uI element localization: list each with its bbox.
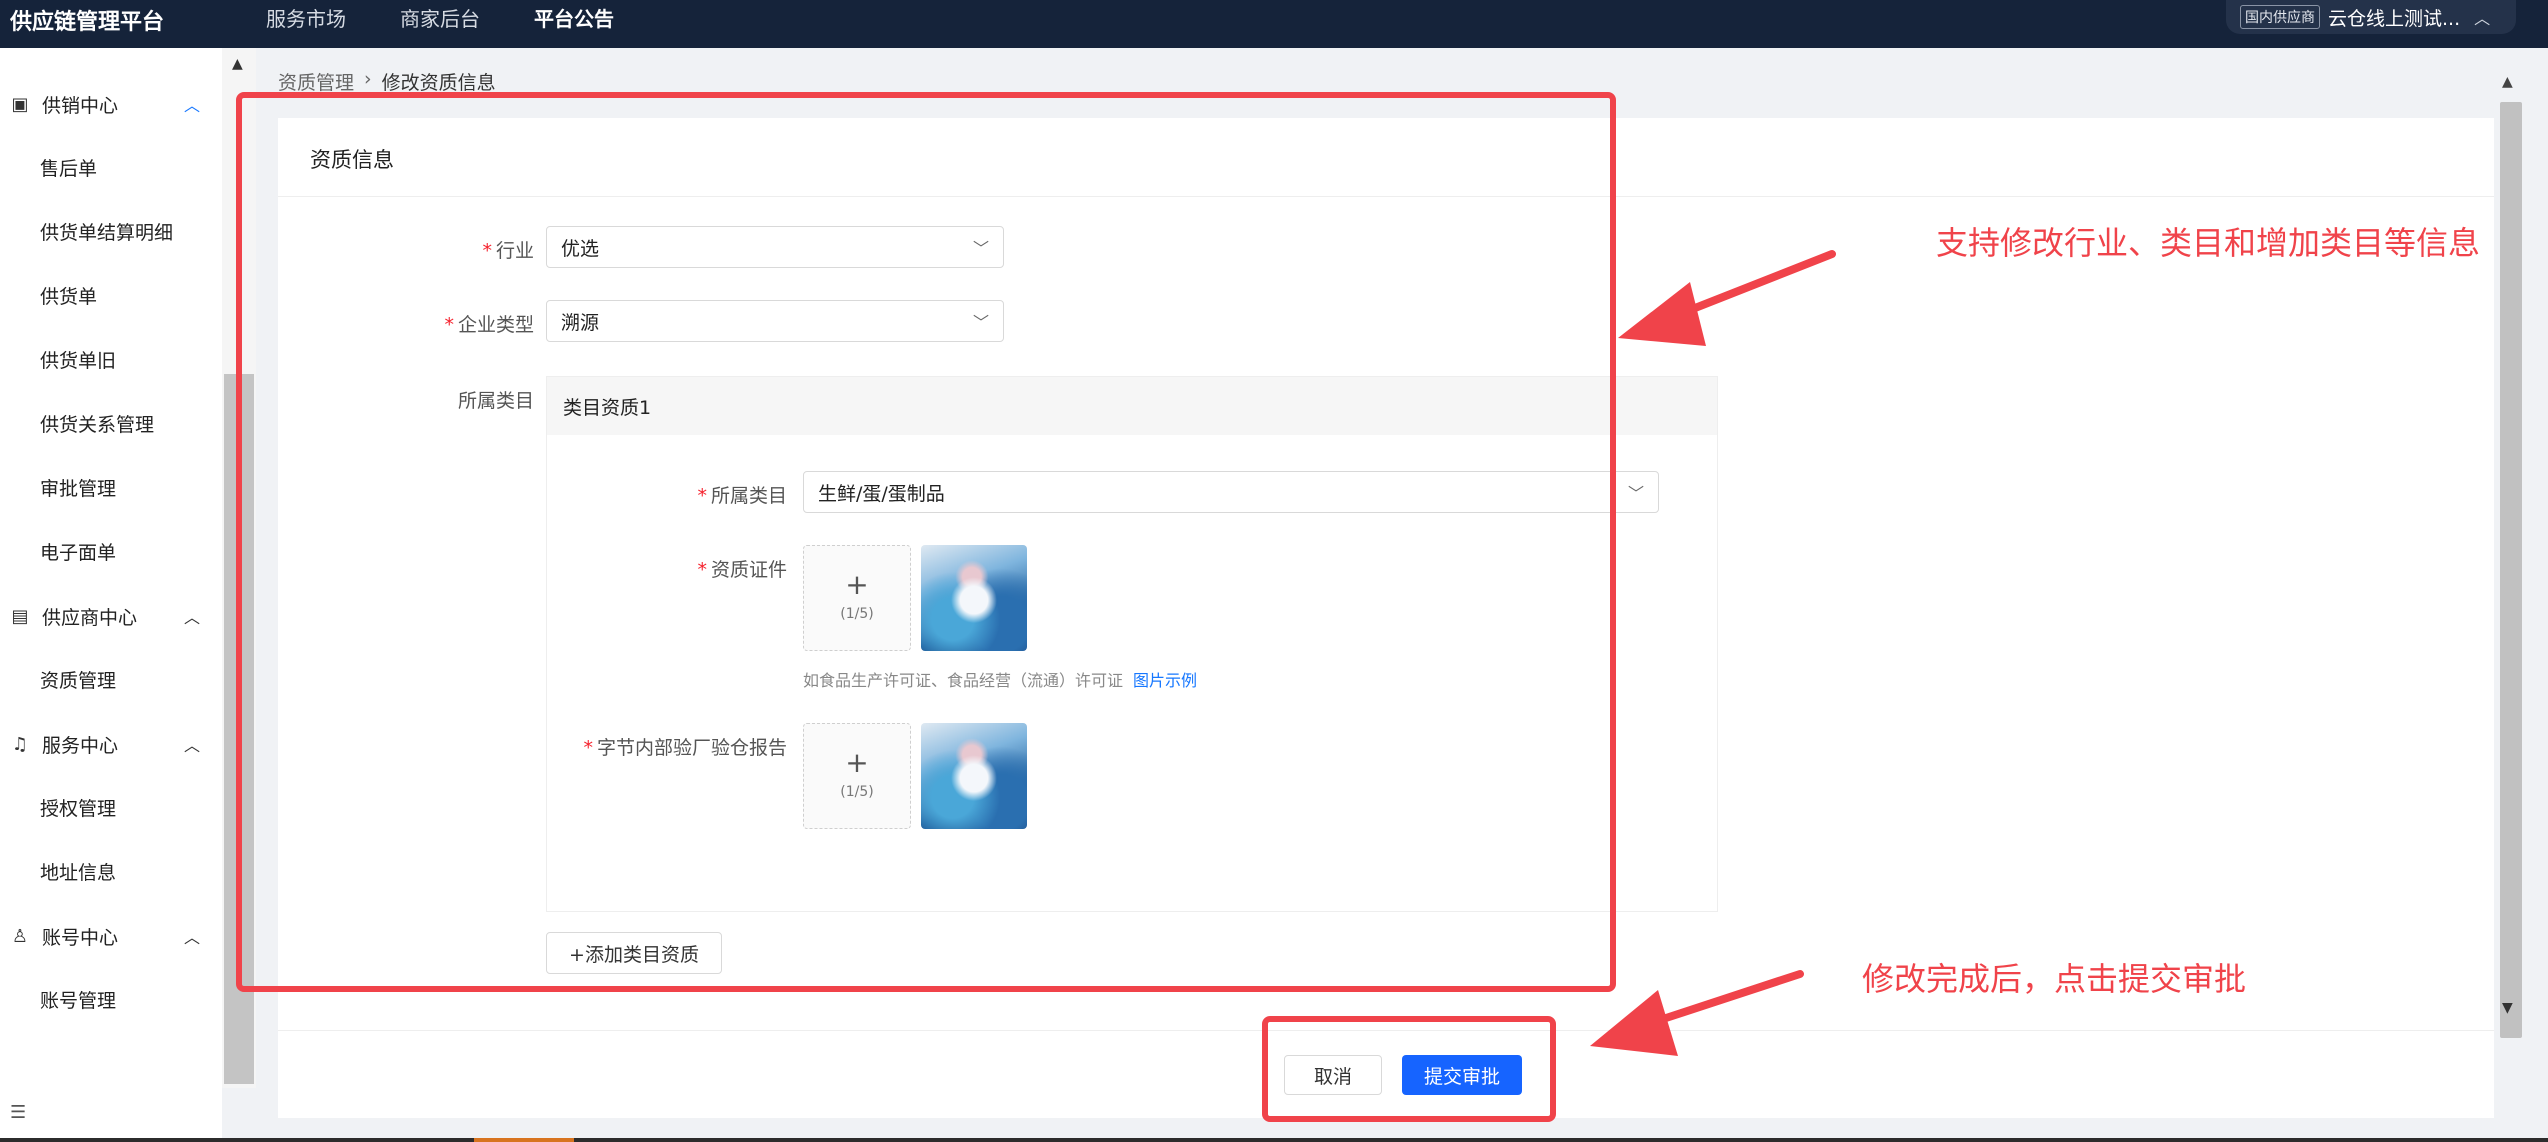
- taskbar-segment: [474, 1138, 574, 1142]
- annotation-bottom-note: 修改完成后，点击提交审批: [1862, 960, 2247, 998]
- taskbar-strip: [0, 1138, 2548, 1142]
- arrow-to-buttons-icon: [1590, 970, 1804, 1056]
- arrow-to-form-icon: [1618, 250, 1836, 346]
- annotation-top-note: 支持修改行业、类目和增加类目等信息: [1936, 224, 2481, 262]
